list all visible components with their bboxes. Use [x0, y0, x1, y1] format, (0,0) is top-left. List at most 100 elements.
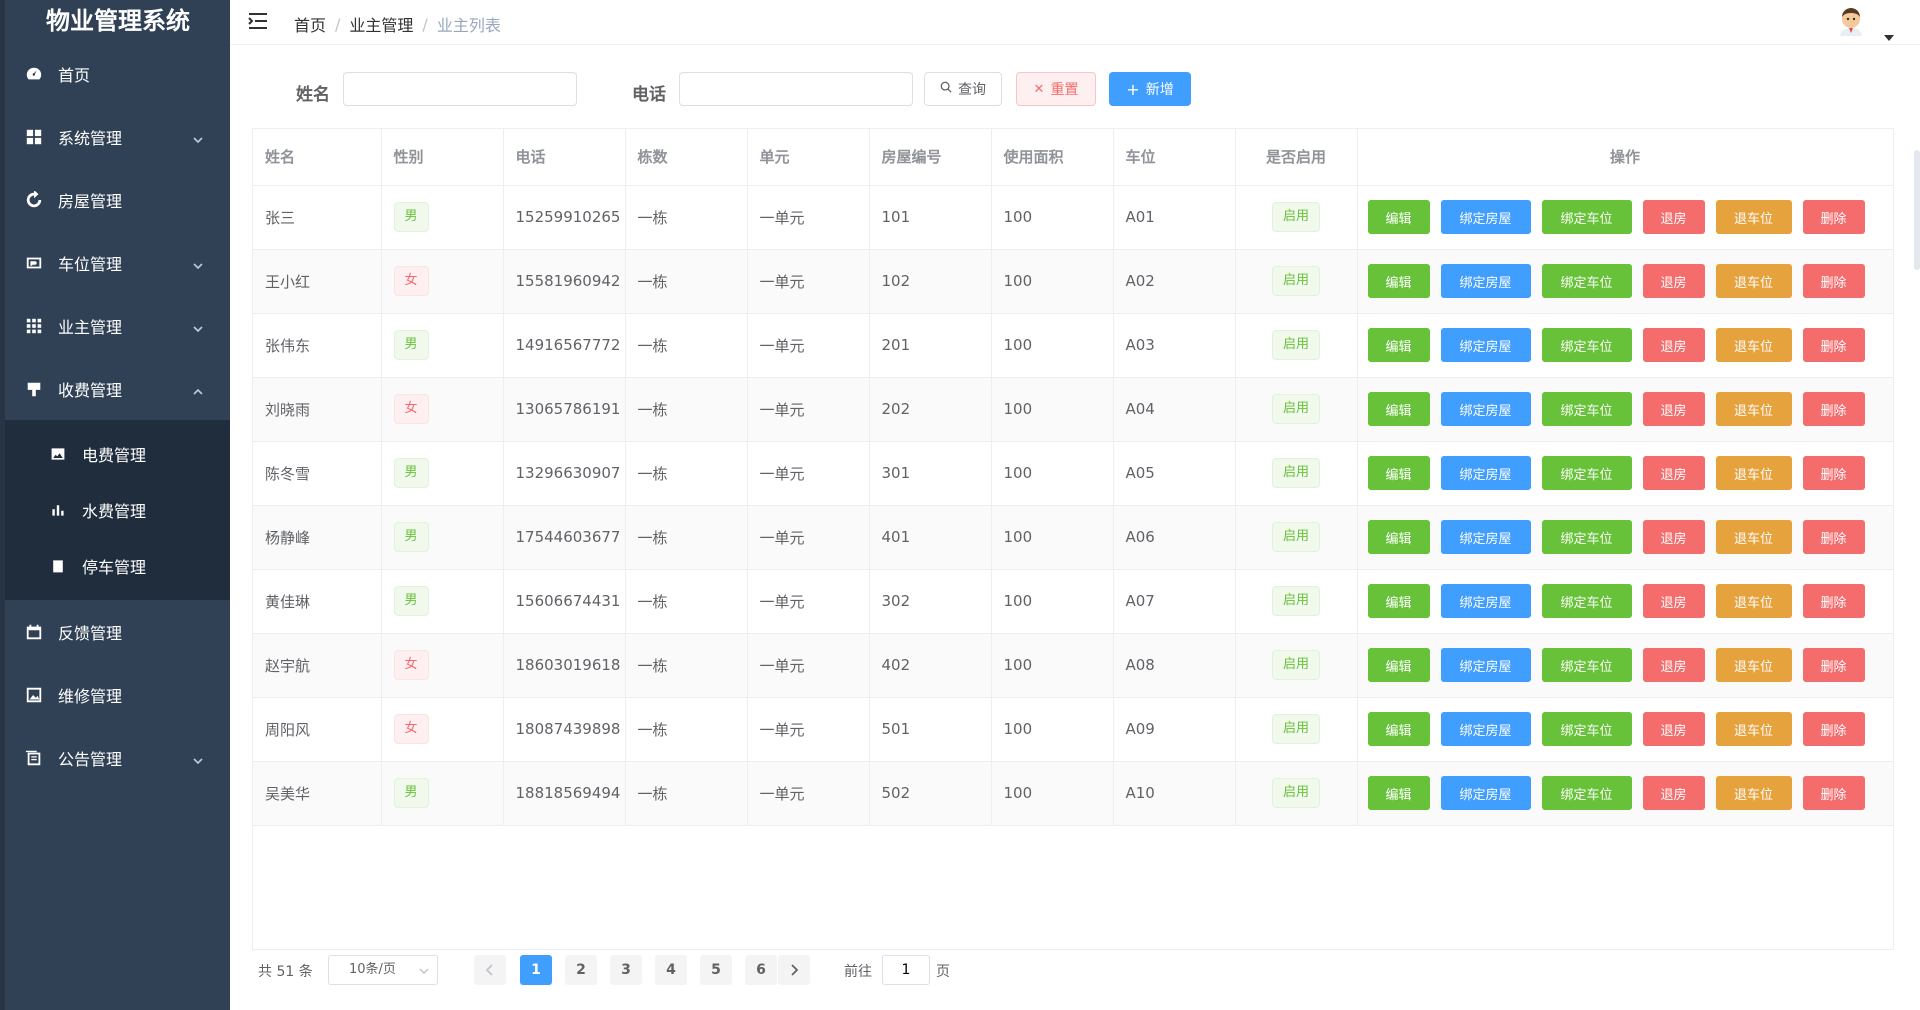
- edit-button[interactable]: 编辑: [1367, 648, 1430, 682]
- bind-parking-button[interactable]: 绑定车位: [1541, 200, 1632, 234]
- release-parking-button[interactable]: 退车位: [1715, 584, 1792, 618]
- bind-parking-button[interactable]: 绑定车位: [1541, 776, 1632, 810]
- bind-parking-button[interactable]: 绑定车位: [1541, 328, 1632, 362]
- edit-button[interactable]: 编辑: [1367, 392, 1430, 426]
- sidebar-subitem-parking-fee[interactable]: 停车管理: [0, 538, 230, 594]
- delete-button[interactable]: 删除: [1802, 328, 1865, 362]
- release-parking-button[interactable]: 退车位: [1715, 328, 1792, 362]
- release-parking-button[interactable]: 退车位: [1715, 648, 1792, 682]
- sidebar-item-home[interactable]: 首页: [0, 42, 230, 105]
- checkout-house-button[interactable]: 退房: [1642, 712, 1705, 746]
- page-size-select[interactable]: 10条/页: [328, 955, 438, 985]
- sidebar-item-system[interactable]: 系统管理: [0, 105, 230, 168]
- release-parking-button[interactable]: 退车位: [1715, 456, 1792, 490]
- name-input[interactable]: [343, 72, 577, 106]
- bind-parking-button[interactable]: 绑定车位: [1541, 648, 1632, 682]
- reset-button[interactable]: ✕ 重置: [1016, 72, 1096, 106]
- checkout-house-button[interactable]: 退房: [1642, 328, 1705, 362]
- delete-button[interactable]: 删除: [1802, 264, 1865, 298]
- checkout-house-button[interactable]: 退房: [1642, 648, 1705, 682]
- page-button-4[interactable]: 4: [655, 955, 687, 985]
- checkout-house-button[interactable]: 退房: [1642, 584, 1705, 618]
- page-button-1[interactable]: 1: [520, 955, 552, 985]
- release-parking-button[interactable]: 退车位: [1715, 264, 1792, 298]
- page-button-3[interactable]: 3: [610, 955, 642, 985]
- delete-button[interactable]: 删除: [1802, 584, 1865, 618]
- phone-input[interactable]: [679, 72, 913, 106]
- scrollbar[interactable]: [1914, 150, 1920, 270]
- checkout-house-button[interactable]: 退房: [1642, 200, 1705, 234]
- delete-button[interactable]: 删除: [1802, 712, 1865, 746]
- bind-parking-button[interactable]: 绑定车位: [1541, 392, 1632, 426]
- prev-page-button[interactable]: [474, 955, 506, 985]
- release-parking-button[interactable]: 退车位: [1715, 776, 1792, 810]
- sidebar-item-feedback[interactable]: 反馈管理: [0, 600, 230, 663]
- close-icon: ✕: [1033, 81, 1045, 97]
- release-parking-button[interactable]: 退车位: [1715, 392, 1792, 426]
- sidebar-item-notice[interactable]: 公告管理: [0, 726, 230, 789]
- sidebar-item-owner[interactable]: 业主管理: [0, 294, 230, 357]
- edit-button[interactable]: 编辑: [1367, 520, 1430, 554]
- col-header-phone: 电话: [503, 129, 626, 186]
- edit-button[interactable]: 编辑: [1367, 200, 1430, 234]
- bind-house-button[interactable]: 绑定房屋: [1440, 712, 1531, 746]
- bind-parking-button[interactable]: 绑定车位: [1541, 520, 1632, 554]
- checkout-house-button[interactable]: 退房: [1642, 264, 1705, 298]
- sidebar-subitem-electricity[interactable]: 电费管理: [0, 426, 230, 482]
- caret-down-icon[interactable]: [1884, 26, 1894, 41]
- delete-button[interactable]: 删除: [1802, 392, 1865, 426]
- gender-tag: 女: [393, 650, 429, 680]
- edit-button[interactable]: 编辑: [1367, 712, 1430, 746]
- delete-button[interactable]: 删除: [1802, 200, 1865, 234]
- sidebar-item-house[interactable]: 房屋管理: [0, 168, 230, 231]
- bind-house-button[interactable]: 绑定房屋: [1440, 264, 1531, 298]
- status-badge: 启用: [1271, 458, 1320, 488]
- delete-button[interactable]: 删除: [1802, 648, 1865, 682]
- delete-button[interactable]: 删除: [1802, 520, 1865, 554]
- sidebar-item-label: 业主管理: [58, 317, 123, 337]
- bind-house-button[interactable]: 绑定房屋: [1440, 392, 1531, 426]
- page-button-5[interactable]: 5: [700, 955, 732, 985]
- add-button[interactable]: + 新增: [1109, 72, 1191, 106]
- query-button[interactable]: 查询: [924, 72, 1002, 106]
- edit-button[interactable]: 编辑: [1367, 456, 1430, 490]
- delete-button[interactable]: 删除: [1802, 776, 1865, 810]
- sidebar-item-fee[interactable]: 收费管理: [0, 357, 230, 420]
- sidebar-item-repair[interactable]: 维修管理: [0, 663, 230, 726]
- bind-house-button[interactable]: 绑定房屋: [1440, 456, 1531, 490]
- edit-button[interactable]: 编辑: [1367, 776, 1430, 810]
- table-header-row: 姓名 性别 电话 栋数 单元 房屋编号 使用面积 车位 是否启用 操作: [253, 129, 1894, 186]
- breadcrumb-home[interactable]: 首页: [294, 12, 326, 36]
- bind-parking-button[interactable]: 绑定车位: [1541, 584, 1632, 618]
- bind-house-button[interactable]: 绑定房屋: [1440, 776, 1531, 810]
- bind-parking-button[interactable]: 绑定车位: [1541, 456, 1632, 490]
- bind-house-button[interactable]: 绑定房屋: [1440, 584, 1531, 618]
- bind-parking-button[interactable]: 绑定车位: [1541, 264, 1632, 298]
- sidebar-item-parking[interactable]: 车位管理: [0, 231, 230, 294]
- menu-fold-icon[interactable]: [248, 12, 268, 30]
- bind-house-button[interactable]: 绑定房屋: [1440, 648, 1531, 682]
- bind-house-button[interactable]: 绑定房屋: [1440, 200, 1531, 234]
- checkout-house-button[interactable]: 退房: [1642, 776, 1705, 810]
- edit-button[interactable]: 编辑: [1367, 328, 1430, 362]
- checkout-house-button[interactable]: 退房: [1642, 520, 1705, 554]
- bind-house-button[interactable]: 绑定房屋: [1440, 328, 1531, 362]
- sidebar-subitem-water[interactable]: 水费管理: [0, 482, 230, 538]
- avatar[interactable]: [1836, 6, 1866, 36]
- page-button-2[interactable]: 2: [565, 955, 597, 985]
- goto-page-input[interactable]: [882, 955, 930, 985]
- release-parking-button[interactable]: 退车位: [1715, 520, 1792, 554]
- search-form: 姓名 电话 查询 ✕ 重置 + 新增: [230, 72, 1920, 108]
- delete-button[interactable]: 删除: [1802, 456, 1865, 490]
- bind-house-button[interactable]: 绑定房屋: [1440, 520, 1531, 554]
- edit-button[interactable]: 编辑: [1367, 264, 1430, 298]
- page-button-6[interactable]: 6: [745, 955, 777, 985]
- checkout-house-button[interactable]: 退房: [1642, 456, 1705, 490]
- breadcrumb-owner[interactable]: 业主管理: [349, 12, 413, 36]
- checkout-house-button[interactable]: 退房: [1642, 392, 1705, 426]
- release-parking-button[interactable]: 退车位: [1715, 200, 1792, 234]
- release-parking-button[interactable]: 退车位: [1715, 712, 1792, 746]
- bind-parking-button[interactable]: 绑定车位: [1541, 712, 1632, 746]
- next-page-button[interactable]: [778, 955, 810, 985]
- edit-button[interactable]: 编辑: [1367, 584, 1430, 618]
